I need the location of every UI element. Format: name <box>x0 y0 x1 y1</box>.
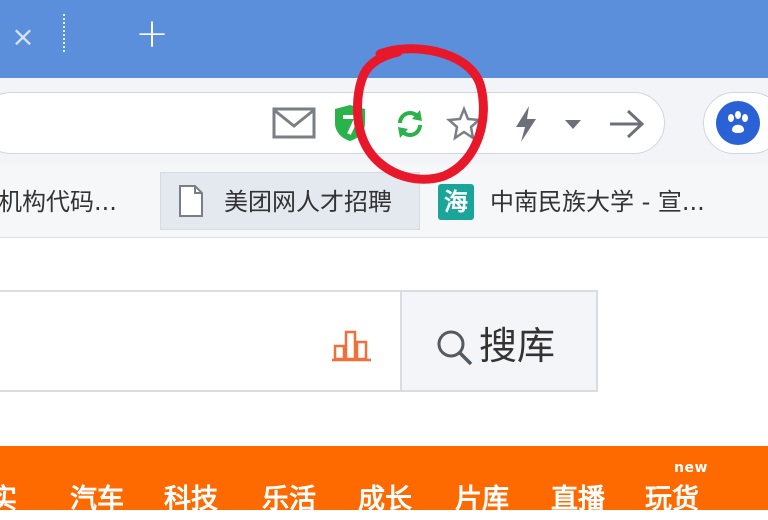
search-icon <box>434 327 474 367</box>
baidu-paw-icon[interactable] <box>716 101 760 145</box>
new-badge: new <box>674 460 708 476</box>
arrow-right-icon[interactable] <box>604 104 648 144</box>
bolt-icon[interactable] <box>510 104 542 144</box>
tab-close-icon[interactable]: × <box>8 22 38 52</box>
search-button-label: 搜库 <box>479 324 556 368</box>
tab-separator <box>63 14 65 52</box>
nav-item[interactable]: 科技 <box>164 480 218 520</box>
nav-item[interactable]: 玩货 <box>645 480 699 520</box>
nav-item[interactable]: 片库 <box>455 480 509 520</box>
new-tab-button[interactable]: + <box>130 14 174 58</box>
bookmark-item-label[interactable]: 美团网人才招聘 <box>224 187 392 217</box>
chevron-down-icon[interactable] <box>560 112 586 136</box>
nav-item[interactable]: 直播 <box>551 480 605 520</box>
bar-chart-icon[interactable] <box>331 328 373 362</box>
document-icon <box>177 184 205 218</box>
mail-icon[interactable] <box>272 106 316 140</box>
annotation-circle <box>353 44 488 184</box>
nav-item[interactable]: 汽车 <box>70 480 124 520</box>
nav-item[interactable]: 乐活 <box>262 480 316 520</box>
bookmark-item-label[interactable]: 中南民族大学 - 宣... <box>490 187 705 217</box>
bookmark-item-label[interactable]: 机构代码... <box>0 187 117 217</box>
nav-item[interactable]: 实 <box>0 480 17 520</box>
nav-item[interactable]: 成长 <box>358 480 412 520</box>
